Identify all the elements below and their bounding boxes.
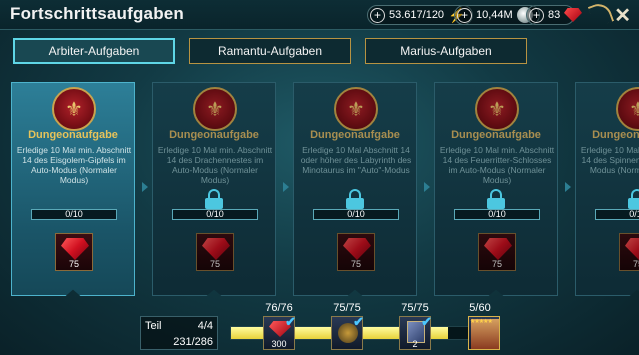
ruby-icon	[202, 238, 230, 260]
reward-slot[interactable]: 75	[478, 233, 516, 271]
close-button[interactable]: ✕	[614, 3, 631, 28]
crest-icon: ⚜	[334, 87, 378, 131]
reward-amount: 75	[491, 259, 502, 269]
task-progress: 0/10	[454, 209, 540, 220]
task-title: Dungeonaufgabe	[310, 129, 400, 141]
chevron-right-icon	[424, 182, 430, 192]
task-card[interactable]: ⚜ Dungeonaufgabe Erledige 10 Mal min. Ab…	[575, 82, 639, 296]
part-label: Teil	[145, 320, 162, 332]
task-title: Dungeonaufgabe	[592, 129, 639, 141]
task-description: Erledige 10 Mal min. Abschnitt 14 des Dr…	[157, 145, 273, 185]
milestone-count: 76/76	[265, 302, 293, 314]
page-title: Fortschrittsaufgaben	[10, 4, 185, 23]
reward-slot[interactable]: 75	[196, 233, 234, 271]
task-description: Erledige 10 Mal min. Abschnitt 14 des Ei…	[16, 145, 132, 185]
crest-icon: ⚜	[193, 87, 237, 131]
crest-icon: ⚜	[52, 87, 96, 131]
tab-ramantu[interactable]: Ramantu-Aufgaben	[189, 38, 351, 64]
milestone-value: 2	[412, 339, 418, 349]
stars-icon: ★★★★★	[470, 319, 493, 325]
check-icon: ✔	[285, 314, 296, 329]
milestone-count: 75/75	[401, 302, 429, 314]
task-description: Erledige 10 Mal min. Abschnitt 14 des Fe…	[439, 145, 555, 185]
energy-value: 53.617/120	[389, 9, 445, 21]
reward-slot[interactable]: 75	[337, 233, 375, 271]
part-points: 231/286	[173, 336, 213, 348]
lock-icon	[628, 189, 639, 209]
task-card[interactable]: ⚜ Dungeonaufgabe Erledige 10 Mal min. Ab…	[434, 82, 558, 296]
card-clip: ⚜ Dungeonaufgabe Erledige 10 Mal min. Ab…	[575, 82, 639, 296]
task-title: Dungeonaufgabe	[28, 129, 118, 141]
ruby-icon	[61, 238, 89, 260]
reward-amount: 75	[209, 259, 220, 269]
tab-marius[interactable]: Marius-Aufgaben	[365, 38, 527, 64]
plus-icon[interactable]: +	[457, 7, 472, 23]
chevron-right-icon	[142, 182, 148, 192]
silver-value: 10,44M	[476, 9, 513, 21]
ruby-icon	[625, 238, 639, 260]
milestone-reward[interactable]: ★★★★★	[468, 316, 500, 350]
reward-slot[interactable]: 75	[55, 233, 93, 271]
plus-icon[interactable]: +	[370, 7, 385, 23]
reward-amount: 75	[632, 259, 639, 269]
part-panel: Teil 4/4 231/286	[140, 316, 218, 350]
reward-slot[interactable]: 75	[619, 233, 639, 271]
tab-arbiter[interactable]: Arbiter-Aufgaben	[13, 38, 175, 64]
gems-value: 83	[548, 9, 561, 21]
reward-amount: 75	[350, 259, 361, 269]
plus-icon[interactable]: +	[529, 7, 544, 23]
reward-amount: 75	[68, 259, 79, 269]
lock-icon	[346, 189, 364, 209]
crest-icon: ⚜	[616, 87, 639, 131]
ruby-icon	[343, 238, 371, 260]
task-card[interactable]: ⚜ Dungeonaufgabe Erledige 10 Mal Abschni…	[293, 82, 417, 296]
chevron-right-icon	[565, 182, 571, 192]
task-progress: 0/10	[172, 209, 258, 220]
milestone-reward[interactable]: ✔ 2	[399, 314, 432, 350]
milestone-count: 75/75	[333, 302, 361, 314]
lock-icon	[205, 189, 223, 209]
task-title: Dungeonaufgabe	[169, 129, 259, 141]
chevron-right-icon	[283, 182, 289, 192]
task-progress: 0/10	[31, 209, 117, 220]
ruby-icon	[484, 238, 512, 260]
milestone-reward[interactable]: ✔	[331, 314, 364, 350]
task-progress: 0/10	[313, 209, 399, 220]
milestone-reward[interactable]: ✔ 300	[263, 314, 296, 350]
task-description: Erledige 10 Mal Abschnitt 14 oder höher …	[300, 145, 412, 175]
task-progress: 0/10	[595, 209, 639, 220]
hook-icon[interactable]	[587, 0, 615, 28]
milestone-count: 5/60	[469, 302, 491, 314]
check-icon: ✔	[353, 314, 364, 329]
task-title: Dungeonaufgabe	[451, 129, 541, 141]
task-description: Erledige 10 Mal min. Abschnitt 14 des Sp…	[580, 145, 639, 175]
top-bar: Fortschrittsaufgaben + 53.617/120 ⚡ + 10…	[0, 0, 639, 30]
check-icon: ✔	[421, 314, 432, 329]
task-card[interactable]: ⚜ Dungeonaufgabe Erledige 10 Mal min. Ab…	[152, 82, 276, 296]
milestone-value: 300	[271, 339, 287, 349]
lock-icon	[487, 189, 505, 209]
crest-icon: ⚜	[475, 87, 519, 131]
task-card[interactable]: ⚜ Dungeonaufgabe Erledige 10 Mal min. Ab…	[11, 82, 135, 296]
part-value: 4/4	[197, 320, 213, 332]
